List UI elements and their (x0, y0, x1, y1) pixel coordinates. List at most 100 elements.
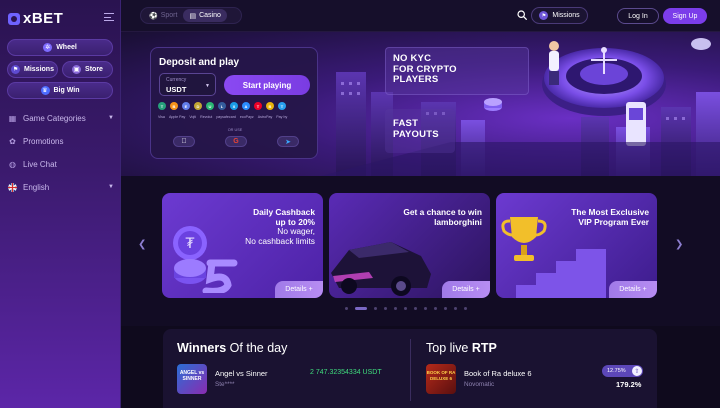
rtp-title-bold: RTP (471, 341, 497, 355)
usdt-coin-icon: T (158, 102, 166, 110)
telegram-login-button[interactable]: ➤ (277, 136, 299, 147)
carousel-dot[interactable] (454, 307, 457, 310)
usdc-coin-icon: U (206, 102, 214, 110)
gift-icon: ✿ (9, 136, 16, 146)
signup-button[interactable]: Sign Up (663, 8, 707, 24)
currency-label: Currency (166, 77, 187, 83)
cashback-line4: No cashback limits (245, 235, 315, 246)
wheel-button[interactable]: ✲ Wheel (7, 39, 113, 56)
hero-banner: NO KYC FOR CRYPTO PLAYERS FAST PAYOUTS D… (121, 32, 720, 176)
rtp-badge-value: 12.75% (607, 368, 626, 374)
lamborghini-details-button[interactable]: Details + (442, 281, 490, 298)
cashback-details-button[interactable]: Details + (275, 281, 323, 298)
menu-toggle-icon[interactable] (104, 13, 114, 21)
fast-payouts-line1: FAST (393, 118, 419, 129)
telegram-icon: ➤ (285, 138, 291, 146)
payment-astropay: AstroPay (257, 115, 273, 119)
details-label: Details (285, 286, 307, 293)
uk-flag-icon (8, 182, 17, 192)
logo[interactable]: xBET (8, 10, 63, 27)
search-icon[interactable] (517, 10, 527, 20)
carousel-dot[interactable] (414, 307, 417, 310)
missions-badge-icon: ⚑ (539, 11, 549, 20)
ton-coin-icon: T (278, 102, 286, 110)
angel-vs-sinner-thumbnail[interactable]: ANGEL vs SINNER (177, 364, 207, 394)
google-icon: G (233, 138, 239, 145)
promo-carousel: ❮ ❯ ₮ Daily Cashback up to 20% No wager,… (121, 176, 720, 326)
angel-vs-sinner-thumb-text: ANGEL vs SINNER (179, 370, 205, 382)
carousel-dot[interactable] (444, 307, 447, 310)
winner-amount: 2 747.32354334 USDT (310, 369, 382, 376)
book-of-ra-thumbnail[interactable]: BOOK OF RA DELUXE 6 (426, 364, 456, 394)
lamborghini-line2: lamborghini (434, 216, 482, 227)
carousel-dot[interactable] (355, 307, 367, 310)
panel-divider (410, 339, 411, 401)
rtp-game-name[interactable]: Book of Ra deluxe 6 (464, 369, 532, 378)
carousel-next-icon[interactable]: ❯ (675, 239, 683, 250)
vip-card-text: The Most Exclusive VIP Program Ever (571, 207, 649, 227)
sidebar-item-game-categories[interactable]: ▦ Game Categories ▼ (8, 111, 116, 125)
payment-apple-pay: Apple Pay (168, 115, 186, 119)
missions-icon: ⚑ (11, 65, 21, 74)
fast-payouts-text: FAST PAYOUTS (393, 118, 439, 140)
deposit-title: Deposit and play (159, 57, 240, 68)
chevron-down-icon: ▼ (108, 184, 114, 190)
no-kyc-line1: NO KYC (393, 53, 432, 64)
eth-coin-icon: E (182, 102, 190, 110)
vip-line2: VIP Program Ever (578, 216, 649, 227)
store-button[interactable]: ▣ Store (62, 61, 113, 78)
btc-coin-icon: B (170, 102, 178, 110)
big-win-button[interactable]: ♛ Big Win (7, 82, 113, 99)
payment-paysafecard: paysafecard (216, 115, 236, 119)
cashback-card-text: Daily Cashback up to 20% No wager, No ca… (245, 207, 315, 246)
payment-methods-row: Visa Apple Pay Vojti Revolut paysafecard… (158, 115, 318, 119)
deposit-card: Deposit and play Currency USDT ▼ Start p… (150, 47, 318, 159)
missions-side-label: Missions (24, 66, 54, 73)
apple-icon:  (181, 138, 186, 145)
currency-select[interactable]: Currency USDT ▼ (159, 73, 216, 96)
carousel-dot[interactable] (404, 307, 407, 310)
sidebar-item-label: Promotions (23, 136, 64, 146)
carousel-prev-icon[interactable]: ❮ (138, 239, 146, 250)
tab-sport[interactable]: ⚽ Sport (143, 9, 183, 22)
missions-button[interactable]: ⚑ Missions (531, 7, 588, 24)
crypto-coin-row: T B E D U L X A T B T (158, 102, 286, 110)
xrp-coin-icon: X (230, 102, 238, 110)
payment-ecopayz: ecoPayz (239, 115, 254, 119)
login-button[interactable]: Log In (617, 8, 659, 24)
details-label: Details (452, 286, 474, 293)
grid-icon: ▦ (8, 113, 17, 123)
sidebar-item-language[interactable]: English ▼ (8, 180, 116, 194)
sidebar-item-promotions[interactable]: ✿ Promotions (8, 134, 116, 148)
fast-payouts-line2: PAYOUTS (393, 128, 439, 140)
rtp-provider: Novomatic (464, 381, 495, 388)
payment-pay-by: Pay by (276, 115, 288, 119)
ball-icon: ⚽ (149, 12, 158, 20)
tab-casino[interactable]: ▤ Casino (183, 9, 227, 22)
promo-card-vip[interactable]: The Most Exclusive VIP Program Ever Deta… (496, 193, 657, 298)
carousel-dot[interactable] (384, 307, 387, 310)
store-icon: ▣ (72, 65, 82, 74)
carousel-dot[interactable] (434, 307, 437, 310)
payment-vojti: Vojti (189, 115, 197, 119)
carousel-dot[interactable] (464, 307, 467, 310)
winner-game-name[interactable]: Angel vs Sinner (215, 369, 268, 378)
carousel-pagination (345, 307, 467, 310)
carousel-dot[interactable] (424, 307, 427, 310)
vip-details-button[interactable]: Details + (609, 281, 657, 298)
winner-username: Ste**** (215, 381, 235, 388)
promo-card-cashback[interactable]: ₮ Daily Cashback up to 20% No wager, No … (162, 193, 323, 298)
carousel-dot[interactable] (345, 307, 348, 310)
start-playing-button[interactable]: Start playing (224, 75, 310, 95)
google-login-button[interactable]: G (225, 136, 247, 147)
sidebar-item-label: Game Categories (23, 113, 86, 123)
promo-card-lamborghini[interactable]: Get a chance to win lamborghini Details … (329, 193, 490, 298)
carousel-dot[interactable] (394, 307, 397, 310)
svg-text:₮: ₮ (186, 236, 195, 252)
apple-login-button[interactable]:  (173, 136, 195, 147)
big-win-label: Big Win (53, 87, 80, 94)
carousel-dot[interactable] (374, 307, 377, 310)
missions-side-button[interactable]: ⚑ Missions (7, 61, 58, 78)
sidebar-item-live-chat[interactable]: ◍ Live Chat (8, 157, 116, 171)
rtp-title: Top live RTP (426, 341, 497, 355)
